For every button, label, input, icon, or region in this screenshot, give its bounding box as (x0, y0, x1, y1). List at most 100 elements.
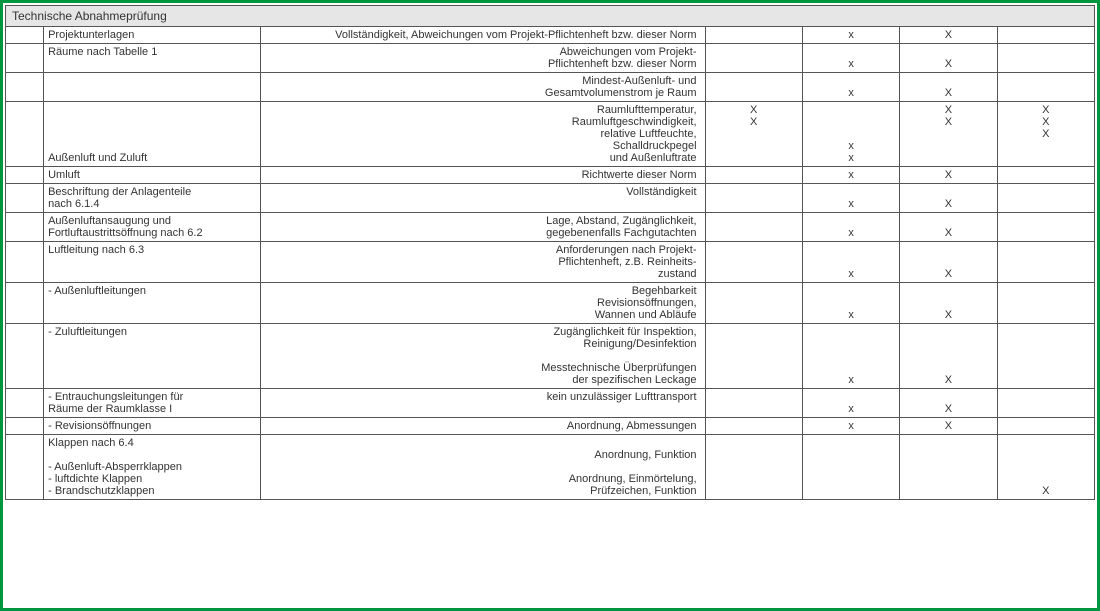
criteria: Vollständigkeit (261, 184, 705, 213)
table-row: - Entrauchungsleitungen für Räume der Ra… (6, 389, 1095, 418)
mark-col-1: XX (705, 102, 802, 167)
mark-col-2: xx (802, 102, 899, 167)
mark-col-4: XXX (997, 102, 1094, 167)
table-row: Räume nach Tabelle 1Abweichungen vom Pro… (6, 44, 1095, 73)
row-index (6, 184, 44, 213)
mark-col-2: x (802, 167, 899, 184)
item-label: - Entrauchungsleitungen für Räume der Ra… (44, 389, 261, 418)
section-title: Technische Abnahmeprüfung (6, 6, 1095, 27)
mark-col-4 (997, 418, 1094, 435)
item-label: Außenluft und Zuluft (44, 102, 261, 167)
criteria: Zugänglichkeit für Inspektion,Reinigung/… (261, 324, 705, 389)
mark-col-4 (997, 283, 1094, 324)
mark-col-2: x (802, 27, 899, 44)
mark-col-2 (802, 435, 899, 500)
mark-col-4 (997, 213, 1094, 242)
mark-col-3: X (900, 213, 997, 242)
mark-col-3: X (900, 418, 997, 435)
mark-col-4 (997, 44, 1094, 73)
mark-col-3: X (900, 167, 997, 184)
row-index (6, 167, 44, 184)
row-index (6, 242, 44, 283)
item-label (44, 73, 261, 102)
row-index (6, 389, 44, 418)
table-row: Beschriftung der Anlagenteilenach 6.1.4V… (6, 184, 1095, 213)
row-index (6, 283, 44, 324)
item-label: Außenluftansaugung undFortluftaustrittsö… (44, 213, 261, 242)
table-row: - ZuluftleitungenZugänglichkeit für Insp… (6, 324, 1095, 389)
item-label: - Revisionsöffnungen (44, 418, 261, 435)
mark-col-2: x (802, 213, 899, 242)
row-index (6, 435, 44, 500)
table-row: Mindest-Außenluft- undGesamtvolumenstrom… (6, 73, 1095, 102)
mark-col-1 (705, 44, 802, 73)
mark-col-2: x (802, 283, 899, 324)
table-row: Klappen nach 6.4 - Außenluft-Absperrklap… (6, 435, 1095, 500)
table-row: Außenluft und ZuluftRaumlufttemperatur,R… (6, 102, 1095, 167)
criteria: Lage, Abstand, Zugänglichkeit,gegebenenf… (261, 213, 705, 242)
row-index (6, 73, 44, 102)
row-index (6, 27, 44, 44)
table-row: Außenluftansaugung undFortluftaustrittsö… (6, 213, 1095, 242)
item-label: Luftleitung nach 6.3 (44, 242, 261, 283)
mark-col-3: X (900, 389, 997, 418)
criteria: Anordnung, Abmessungen (261, 418, 705, 435)
criteria: Mindest-Außenluft- undGesamtvolumenstrom… (261, 73, 705, 102)
item-label: Räume nach Tabelle 1 (44, 44, 261, 73)
row-index (6, 102, 44, 167)
inspection-table: Technische Abnahmeprüfung Projektunterla… (5, 5, 1095, 500)
mark-col-1 (705, 73, 802, 102)
mark-col-4 (997, 27, 1094, 44)
mark-col-1 (705, 167, 802, 184)
mark-col-2: x (802, 44, 899, 73)
criteria: Anforderungen nach Projekt-Pflichtenheft… (261, 242, 705, 283)
table-row: UmluftRichtwerte dieser NormxX (6, 167, 1095, 184)
item-label: Klappen nach 6.4 - Außenluft-Absperrklap… (44, 435, 261, 500)
table-row: ProjektunterlagenVollständigkeit, Abweic… (6, 27, 1095, 44)
mark-col-4 (997, 324, 1094, 389)
mark-col-2: x (802, 418, 899, 435)
mark-col-3: X (900, 184, 997, 213)
mark-col-3: X (900, 27, 997, 44)
mark-col-4 (997, 389, 1094, 418)
mark-col-1 (705, 324, 802, 389)
mark-col-1 (705, 242, 802, 283)
row-index (6, 44, 44, 73)
criteria: BegehbarkeitRevisionsöffnungen,Wannen un… (261, 283, 705, 324)
criteria: Richtwerte dieser Norm (261, 167, 705, 184)
mark-col-3: X (900, 242, 997, 283)
table-row: Luftleitung nach 6.3Anforderungen nach P… (6, 242, 1095, 283)
mark-col-2: x (802, 242, 899, 283)
mark-col-1 (705, 418, 802, 435)
mark-col-2: x (802, 73, 899, 102)
criteria: Raumlufttemperatur,Raumluftgeschwindigke… (261, 102, 705, 167)
mark-col-2: x (802, 389, 899, 418)
row-index (6, 324, 44, 389)
mark-col-1 (705, 213, 802, 242)
mark-col-3 (900, 435, 997, 500)
criteria: Vollständigkeit, Abweichungen vom Projek… (261, 27, 705, 44)
mark-col-3: X (900, 73, 997, 102)
mark-col-4: X (997, 435, 1094, 500)
mark-col-1 (705, 184, 802, 213)
mark-col-2: x (802, 184, 899, 213)
row-index (6, 418, 44, 435)
table-row: - RevisionsöffnungenAnordnung, Abmessung… (6, 418, 1095, 435)
criteria: kein unzulässiger Lufttransport (261, 389, 705, 418)
table-row: - AußenluftleitungenBegehbarkeitRevision… (6, 283, 1095, 324)
document-frame: Technische Abnahmeprüfung Projektunterla… (0, 0, 1100, 611)
item-label: - Außenluftleitungen (44, 283, 261, 324)
mark-col-3: X (900, 324, 997, 389)
item-label: Projektunterlagen (44, 27, 261, 44)
mark-col-4 (997, 167, 1094, 184)
mark-col-1 (705, 435, 802, 500)
mark-col-1 (705, 389, 802, 418)
mark-col-3: X (900, 283, 997, 324)
mark-col-3: XX (900, 102, 997, 167)
criteria: Abweichungen vom Projekt-Pflichtenheft b… (261, 44, 705, 73)
mark-col-2: x (802, 324, 899, 389)
row-index (6, 213, 44, 242)
mark-col-1 (705, 283, 802, 324)
criteria: Anordnung, Funktion Anordnung, Einmörtel… (261, 435, 705, 500)
item-label: - Zuluftleitungen (44, 324, 261, 389)
